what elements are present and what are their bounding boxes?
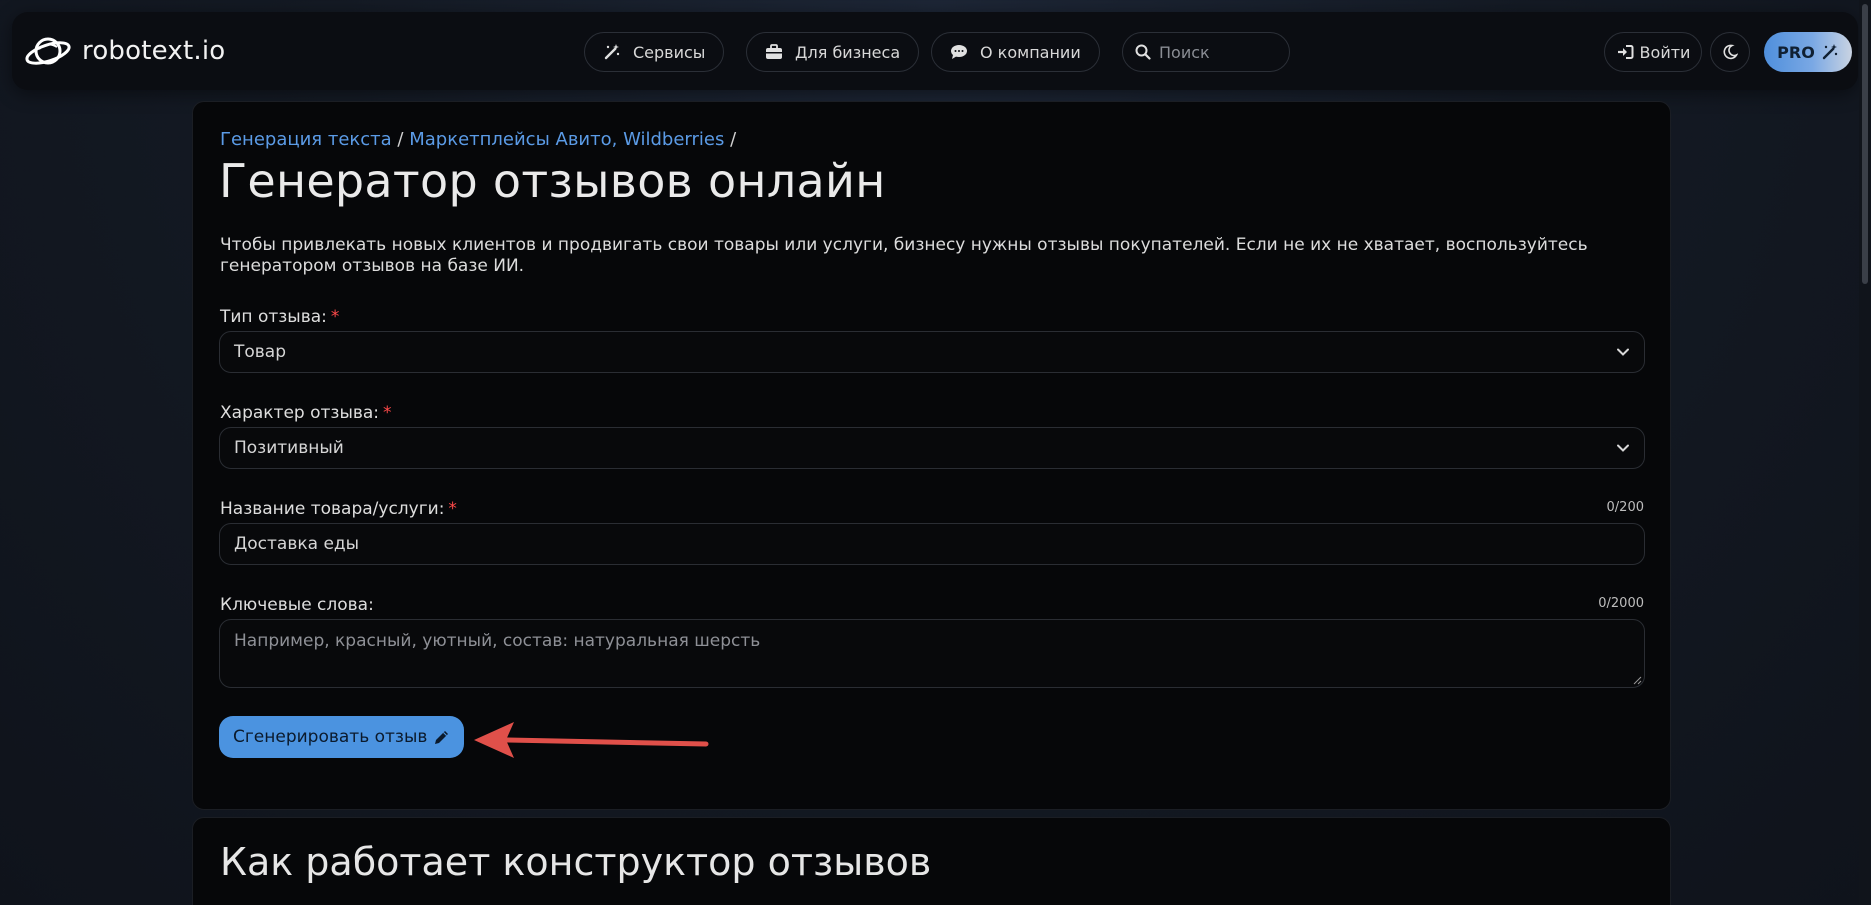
pro-label: PRO — [1777, 42, 1815, 62]
scrollbar[interactable] — [1859, 0, 1871, 905]
magic-wand-icon — [1822, 44, 1838, 60]
red-arrow-annotation-icon — [474, 722, 709, 758]
nav-about-label: О компании — [980, 42, 1081, 62]
search-box[interactable] — [1122, 32, 1290, 72]
keywords-counter: 0/2000 — [1598, 596, 1644, 611]
top-header: robotext.io Сервисы Для бизнеса О компан… — [12, 12, 1858, 90]
product-name-input[interactable] — [219, 523, 1645, 565]
logo[interactable]: robotext.io — [24, 30, 225, 72]
breadcrumb-separator: / — [391, 129, 410, 150]
breadcrumb-separator: / — [724, 129, 737, 150]
breadcrumb-marketplaces[interactable]: Маркетплейсы Авито, Wildberries — [409, 129, 724, 150]
login-button[interactable]: Войти — [1604, 32, 1702, 72]
magic-wand-icon — [604, 44, 620, 60]
resize-handle-icon[interactable] — [1633, 676, 1642, 685]
product-name-counter: 0/200 — [1606, 500, 1644, 515]
chevron-down-icon — [1617, 444, 1629, 452]
scrollbar-thumb[interactable] — [1862, 4, 1868, 284]
review-type-select[interactable]: Товар — [219, 331, 1645, 373]
required-mark: * — [448, 499, 457, 519]
how-it-works-card: Как работает конструктор отзывов — [192, 817, 1671, 905]
breadcrumb: Генерация текста / Маркетплейсы Авито, W… — [220, 129, 736, 150]
planet-logo-icon — [25, 37, 71, 65]
nav-about[interactable]: О компании — [931, 32, 1100, 72]
generator-card: Генерация текста / Маркетплейсы Авито, W… — [192, 101, 1671, 810]
nav-services[interactable]: Сервисы — [584, 32, 725, 72]
breadcrumb-text-generation[interactable]: Генерация текста — [220, 129, 392, 150]
page-description: Чтобы привлекать новых клиентов и продви… — [220, 235, 1588, 276]
review-type-value: Товар — [234, 342, 287, 362]
search-icon — [1135, 44, 1151, 60]
required-mark: * — [383, 403, 392, 423]
review-tone-label-text: Характер отзыва: — [220, 403, 380, 423]
keywords-label: Ключевые слова: — [220, 595, 374, 615]
generate-review-label: Сгенерировать отзыв — [233, 727, 428, 747]
login-label: Войти — [1639, 42, 1691, 62]
pencil-icon — [435, 730, 449, 744]
product-name-label: Название товара/услуги: * — [220, 499, 457, 519]
review-tone-select[interactable]: Позитивный — [219, 427, 1645, 469]
briefcase-icon — [766, 44, 782, 59]
login-icon — [1617, 45, 1634, 59]
review-type-label-text: Тип отзыва: — [220, 307, 327, 327]
review-tone-value: Позитивный — [234, 438, 344, 458]
review-tone-label: Характер отзыва: * — [220, 403, 392, 423]
required-mark: * — [330, 307, 340, 327]
nav-business-label: Для бизнеса — [795, 42, 901, 62]
pro-button[interactable]: PRO — [1764, 32, 1852, 72]
product-name-label-text: Название товара/услуги: — [220, 499, 445, 519]
logo-text: robotext.io — [82, 36, 226, 66]
keywords-textarea[interactable] — [219, 619, 1645, 688]
theme-toggle-button[interactable] — [1710, 32, 1750, 72]
section-title: Как работает конструктор отзывов — [220, 840, 932, 884]
review-type-label: Тип отзыва: * — [220, 307, 339, 327]
chevron-down-icon — [1617, 348, 1629, 356]
search-input[interactable] — [1159, 42, 1279, 62]
page-title: Генератор отзывов онлайн — [219, 154, 886, 208]
nav-business[interactable]: Для бизнеса — [746, 32, 920, 72]
moon-icon — [1723, 44, 1738, 60]
generate-review-button[interactable]: Сгенерировать отзыв — [219, 716, 465, 758]
chat-bubble-icon — [951, 45, 967, 59]
nav-services-label: Сервисы — [633, 42, 706, 62]
